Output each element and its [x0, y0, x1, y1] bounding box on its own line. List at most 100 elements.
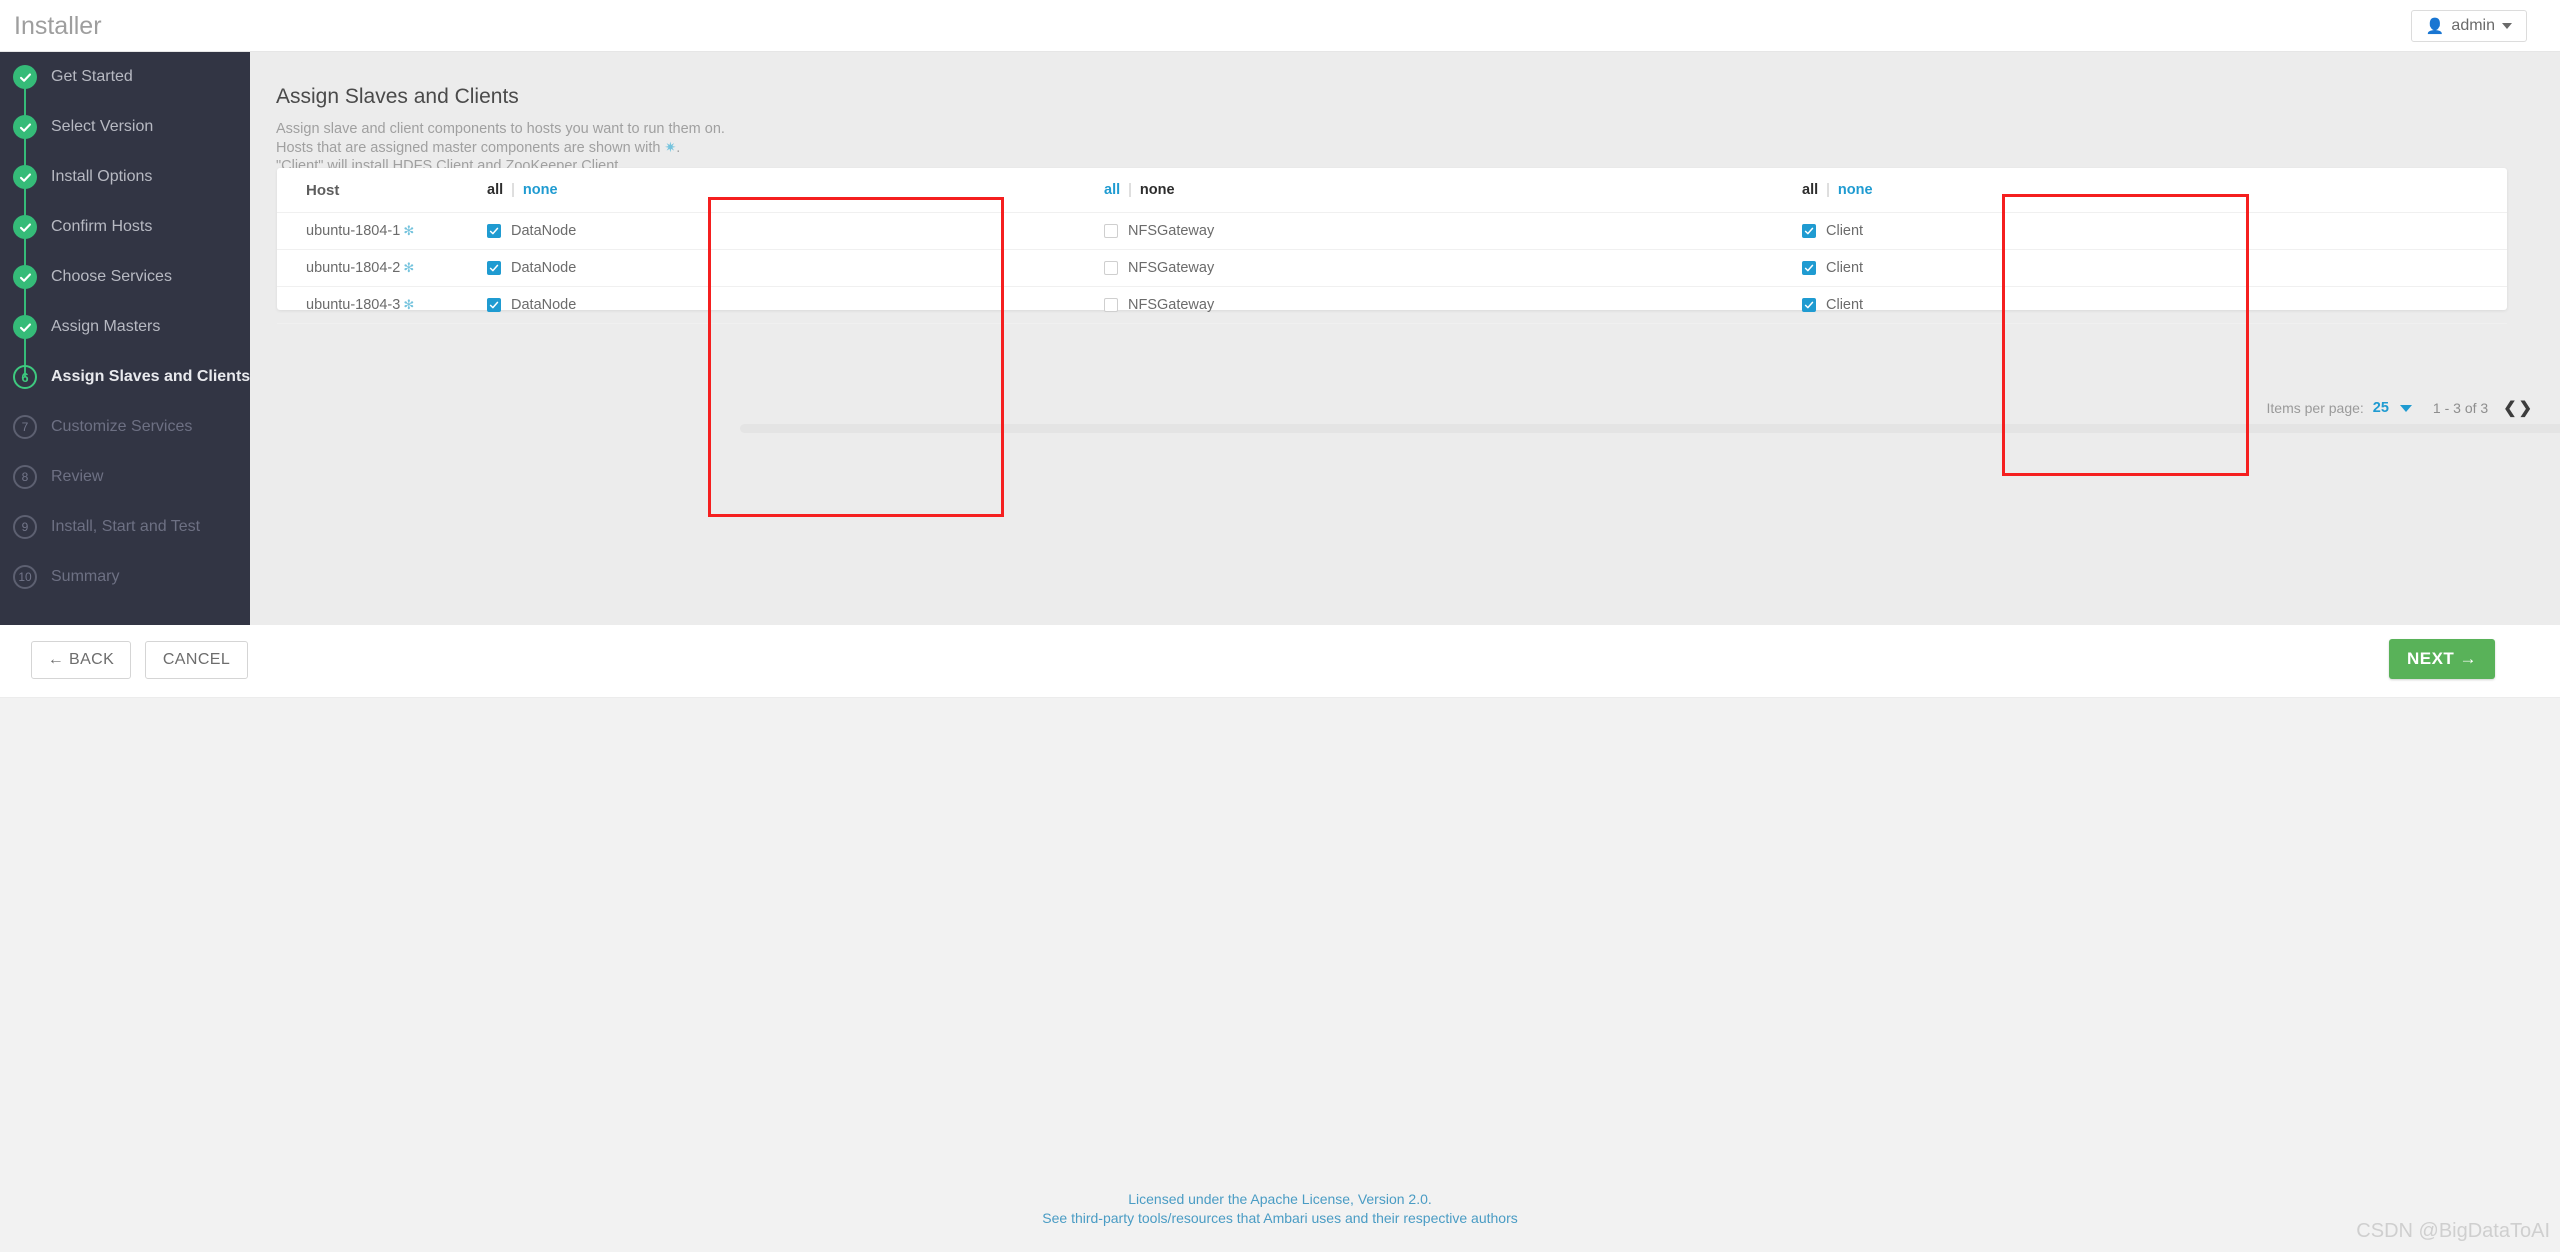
items-per-page-value[interactable]: 25	[2373, 400, 2389, 416]
horizontal-scrollbar-track[interactable]	[740, 424, 2560, 433]
checkbox-checked-icon[interactable]	[487, 261, 501, 275]
all-none-toggle-datanode: all | none	[487, 182, 558, 198]
component-checkbox-datanode[interactable]: DataNode	[487, 297, 576, 313]
check-icon	[13, 115, 37, 139]
chevron-down-icon[interactable]	[2399, 404, 2412, 412]
all-none-separator: |	[1826, 182, 1830, 198]
check-icon	[13, 315, 37, 339]
component-checkbox-client[interactable]: Client	[1802, 297, 1863, 313]
component-label: NFSGateway	[1128, 260, 1215, 276]
checkbox-unchecked-icon[interactable]	[1104, 298, 1118, 312]
cancel-button[interactable]: CANCEL	[145, 641, 248, 679]
checkbox-checked-icon[interactable]	[1802, 224, 1816, 238]
table-bottom-rule	[277, 323, 2507, 324]
checkbox-checked-icon[interactable]	[1802, 261, 1816, 275]
sidebar-step-assign-slaves-and-clients[interactable]: 6 Assign Slaves and Clients	[0, 352, 250, 402]
pagination-range: 1 - 3 of 3	[2432, 400, 2489, 416]
sidebar-step-confirm-hosts[interactable]: Confirm Hosts	[0, 202, 250, 277]
checkbox-checked-icon[interactable]	[487, 298, 501, 312]
column-header-host: Host	[306, 168, 339, 212]
component-label: DataNode	[511, 260, 577, 276]
table-row: ubuntu-1804-1 ✻ DataNode NFSGateway Client	[277, 212, 2507, 249]
sidebar-step-get-started[interactable]: Get Started	[0, 52, 250, 127]
component-cell: NFSGateway	[1104, 250, 1214, 286]
user-icon: 👤	[2425, 17, 2445, 35]
step-number-badge: 9	[13, 515, 37, 539]
checkbox-unchecked-icon[interactable]	[1104, 261, 1118, 275]
sidebar-step-choose-services[interactable]: Choose Services	[0, 252, 250, 327]
assignment-table-card: Host all | none all | none all | none ubuntu-1804-…	[277, 168, 2507, 324]
component-checkbox-client[interactable]: Client	[1802, 223, 1863, 239]
top-bar: Installer 👤 admin	[0, 0, 2560, 52]
check-icon	[13, 165, 37, 189]
checkbox-unchecked-icon[interactable]	[1104, 224, 1118, 238]
sidebar-step-label: Review	[51, 468, 104, 485]
sidebar-step-assign-masters[interactable]: Assign Masters	[0, 302, 250, 377]
desc-line-2-text: Hosts that are assigned master component…	[276, 140, 665, 157]
sidebar-step-label: Customize Services	[51, 418, 193, 435]
host-cell: ubuntu-1804-3 ✻	[306, 287, 414, 323]
column-header-datanode: all | none	[487, 168, 558, 212]
sidebar-step-summary: 10 Summary	[0, 552, 250, 602]
back-button[interactable]: ← BACK	[31, 641, 131, 679]
all-none-separator: |	[1128, 182, 1132, 198]
apache-license-link[interactable]: Licensed under the Apache License, Versi…	[0, 1190, 2560, 1209]
sidebar-step-label: Get Started	[51, 68, 133, 85]
component-cell: NFSGateway	[1104, 213, 1214, 249]
user-menu-button[interactable]: 👤 admin	[2410, 10, 2527, 42]
sidebar-step-label: Install, Start and Test	[51, 518, 201, 535]
sidebar-step-install-options[interactable]: Install Options	[0, 152, 250, 227]
component-checkbox-nfsgateway[interactable]: NFSGateway	[1104, 260, 1214, 276]
select-all-link-nfsgateway[interactable]: all	[1104, 182, 1120, 198]
sidebar-step-label: Assign Slaves and Clients	[51, 368, 251, 385]
all-none-toggle-nfsgateway: all | none	[1104, 182, 1175, 198]
host-name: ubuntu-1804-3	[306, 297, 401, 313]
page-footer: Licensed under the Apache License, Versi…	[0, 698, 2560, 1252]
check-icon	[13, 265, 37, 289]
component-label: NFSGateway	[1128, 297, 1215, 313]
sidebar-step-select-version[interactable]: Select Version	[0, 102, 250, 177]
component-label: Client	[1826, 260, 1864, 276]
next-button[interactable]: NEXT →	[2389, 639, 2495, 679]
sidebar-step-customize-services: 7 Customize Services	[0, 402, 250, 452]
all-none-separator: |	[511, 182, 515, 198]
select-none-link-datanode[interactable]: none	[523, 182, 558, 198]
master-marker-icon: ✻	[403, 260, 415, 275]
checkbox-checked-icon[interactable]	[1802, 298, 1816, 312]
component-cell: DataNode	[487, 213, 576, 249]
main-content: Assign Slaves and Clients Assign slave a…	[250, 52, 2560, 625]
table-row: ubuntu-1804-3 ✻ DataNode NFSGateway Client	[277, 286, 2507, 323]
select-all-link-datanode[interactable]: all	[487, 182, 503, 198]
desc-line-2: Hosts that are assigned master component…	[276, 138, 725, 157]
chevron-left-icon[interactable]: ❮	[2503, 398, 2516, 418]
component-label: Client	[1826, 297, 1864, 313]
checkbox-checked-icon[interactable]	[487, 224, 501, 238]
horizontal-scrollbar-thumb[interactable]	[740, 424, 2560, 433]
select-none-link-client[interactable]: none	[1838, 182, 1873, 198]
component-cell: Client	[1802, 287, 1863, 323]
component-cell: Client	[1802, 213, 1863, 249]
pagination-controls: Items per page: 25 1 - 3 of 3 ❮ ❯	[2267, 398, 2533, 418]
component-checkbox-datanode[interactable]: DataNode	[487, 260, 576, 276]
component-checkbox-client[interactable]: Client	[1802, 260, 1863, 276]
select-all-link-client[interactable]: all	[1802, 182, 1818, 198]
component-checkbox-nfsgateway[interactable]: NFSGateway	[1104, 297, 1214, 313]
component-checkbox-datanode[interactable]: DataNode	[487, 223, 576, 239]
component-cell: DataNode	[487, 287, 576, 323]
step-number-badge: 8	[13, 465, 37, 489]
table-header-row: Host all | none all | none all | none	[277, 168, 2507, 212]
select-none-link-nfsgateway[interactable]: none	[1140, 182, 1175, 198]
host-name: ubuntu-1804-1	[306, 223, 401, 239]
step-number-badge: 7	[13, 415, 37, 439]
component-checkbox-nfsgateway[interactable]: NFSGateway	[1104, 223, 1214, 239]
host-name: ubuntu-1804-2	[306, 260, 401, 276]
master-marker-icon: ✻	[403, 223, 415, 238]
chevron-right-icon[interactable]: ❯	[2519, 398, 2532, 418]
page-title: Assign Slaves and Clients	[276, 85, 519, 108]
sidebar-step-label: Select Version	[51, 118, 154, 135]
app-title: Installer	[14, 12, 102, 40]
host-cell: ubuntu-1804-2 ✻	[306, 250, 414, 286]
assignment-table: Host all | none all | none all | none ubuntu-1804-…	[277, 168, 2507, 313]
third-party-tools-link[interactable]: See third-party tools/resources that Amb…	[0, 1209, 2560, 1228]
caret-down-icon	[2502, 23, 2512, 29]
